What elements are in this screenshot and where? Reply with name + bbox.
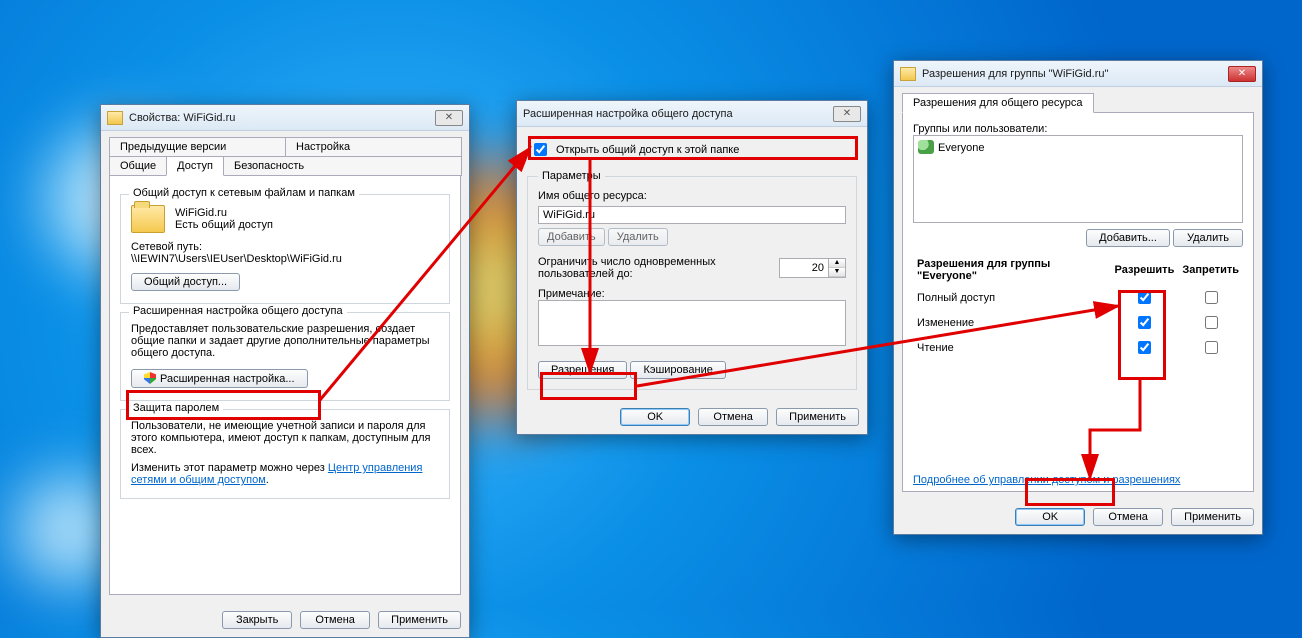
add-share-button[interactable]: Добавить [538, 228, 605, 246]
properties-dialog: Свойства: WiFiGid.ru ✕ Предыдущие версии… [100, 104, 470, 638]
tab-body: Общий доступ к сетевым файлам и папкам W… [109, 175, 461, 595]
parameters-group: Параметры Имя общего ресурса: Добавить У… [527, 170, 857, 390]
users-listbox[interactable]: Everyone [913, 135, 1243, 223]
apply-button[interactable]: Применить [378, 611, 461, 629]
advanced-sharing-dialog: Расширенная настройка общего доступа ✕ О… [516, 100, 868, 435]
limit-users-label: Ограничить число одновременных пользоват… [538, 256, 771, 280]
learn-more-link[interactable]: Подробнее об управлении доступом и разре… [913, 474, 1180, 486]
perm-change-label: Изменение [913, 310, 1111, 335]
permissions-table: Разрешения для группы "Everyone" Разреши… [913, 255, 1243, 360]
share-folder-label: Открыть общий доступ к этой папке [556, 144, 739, 156]
folder-icon [107, 111, 123, 125]
network-path-value: \\IEWIN7\Users\IEUser\Desktop\WiFiGid.ru [131, 253, 439, 265]
limit-users-spinner[interactable]: ▲ ▼ [779, 258, 846, 278]
groups-users-label: Группы или пользователи: [913, 123, 1243, 135]
permissions-for-label: Разрешения для группы "Everyone" [913, 255, 1111, 285]
perm-full-label: Полный доступ [913, 285, 1111, 310]
share-name-input[interactable] [538, 206, 846, 224]
advanced-settings-button[interactable]: Расширенная настройка... [131, 369, 308, 388]
apply-button[interactable]: Применить [776, 408, 859, 426]
tab-access[interactable]: Доступ [166, 156, 224, 176]
tab-setup[interactable]: Настройка [285, 137, 462, 157]
share-name-label: Имя общего ресурса: [538, 190, 846, 202]
permissions-button[interactable]: Разрешения [538, 361, 627, 379]
network-sharing-group: Общий доступ к сетевым файлам и папкам W… [120, 194, 450, 304]
cancel-button[interactable]: Отмена [300, 611, 370, 629]
deny-read-checkbox[interactable] [1205, 341, 1218, 354]
spinner-down-icon[interactable]: ▼ [829, 268, 845, 277]
group-title: Параметры [538, 170, 605, 182]
change-param-text: Изменить этот параметр можно через [131, 462, 328, 474]
close-icon[interactable]: ✕ [833, 106, 861, 122]
close-icon[interactable]: ✕ [435, 110, 463, 126]
apply-button[interactable]: Применить [1171, 508, 1254, 526]
group-title: Защита паролем [129, 402, 223, 414]
caching-button[interactable]: Кэширование [630, 361, 725, 379]
titlebar[interactable]: Расширенная настройка общего доступа ✕ [517, 101, 867, 127]
tab-share-permissions[interactable]: Разрешения для общего ресурса [902, 93, 1094, 113]
add-user-button[interactable]: Добавить... [1086, 229, 1170, 247]
window-title: Разрешения для группы "WiFiGid.ru" [922, 68, 1228, 80]
advanced-sharing-group: Расширенная настройка общего доступа Пре… [120, 312, 450, 401]
tab-body: Группы или пользователи: Everyone Добави… [902, 112, 1254, 492]
folder-icon [131, 205, 165, 233]
allow-change-checkbox[interactable] [1138, 316, 1151, 329]
perm-read-label: Чтение [913, 335, 1111, 360]
spinner-up-icon[interactable]: ▲ [829, 259, 845, 268]
group-title: Расширенная настройка общего доступа [129, 305, 347, 317]
note-label: Примечание: [538, 288, 846, 300]
table-row: Чтение [913, 335, 1243, 360]
password-protect-group: Защита паролем Пользователи, не имеющие … [120, 409, 450, 499]
deny-full-checkbox[interactable] [1205, 291, 1218, 304]
dialog-buttons: Закрыть Отмена Применить [101, 603, 469, 637]
share-folder-checkbox[interactable] [534, 143, 547, 156]
group-icon [918, 140, 934, 154]
dialog-buttons: OK Отмена Применить [517, 400, 867, 434]
network-path-label: Сетевой путь: [131, 241, 439, 253]
table-row: Изменение [913, 310, 1243, 335]
deny-change-checkbox[interactable] [1205, 316, 1218, 329]
password-desc: Пользователи, не имеющие учетной записи … [131, 420, 439, 456]
advanced-desc: Предоставляет пользовательские разрешени… [131, 323, 439, 359]
share-status: Есть общий доступ [175, 219, 273, 231]
dialog-buttons: OK Отмена Применить [894, 500, 1262, 534]
window-title: Расширенная настройка общего доступа [523, 108, 833, 120]
folder-name: WiFiGid.ru [175, 207, 273, 219]
group-title: Общий доступ к сетевым файлам и папкам [129, 187, 359, 199]
note-textarea[interactable] [538, 300, 846, 346]
folder-icon [900, 67, 916, 81]
remove-user-button[interactable]: Удалить [1173, 229, 1243, 247]
window-title: Свойства: WiFiGid.ru [129, 112, 435, 124]
tab-security[interactable]: Безопасность [223, 156, 462, 176]
ok-button[interactable]: OK [620, 408, 690, 426]
tab-strip: Предыдущие версии Настройка Общие Доступ… [109, 137, 461, 175]
table-row: Полный доступ [913, 285, 1243, 310]
cancel-button[interactable]: Отмена [1093, 508, 1163, 526]
share-button[interactable]: Общий доступ... [131, 273, 240, 291]
titlebar[interactable]: Разрешения для группы "WiFiGid.ru" ✕ [894, 61, 1262, 87]
user-name: Everyone [938, 142, 984, 154]
permissions-dialog: Разрешения для группы "WiFiGid.ru" ✕ Раз… [893, 60, 1263, 535]
limit-users-input[interactable] [779, 258, 829, 278]
ok-button[interactable]: OK [1015, 508, 1085, 526]
deny-header: Запретить [1178, 255, 1243, 285]
cancel-button[interactable]: Отмена [698, 408, 768, 426]
allow-read-checkbox[interactable] [1138, 341, 1151, 354]
tab-previous-versions[interactable]: Предыдущие версии [109, 137, 286, 157]
delete-share-button[interactable]: Удалить [608, 228, 668, 246]
allow-header: Разрешить [1111, 255, 1179, 285]
list-item[interactable]: Everyone [918, 140, 1238, 154]
share-folder-checkbox-row[interactable]: Открыть общий доступ к этой папке [527, 137, 857, 162]
allow-full-checkbox[interactable] [1138, 291, 1151, 304]
tab-general[interactable]: Общие [109, 156, 167, 176]
close-button[interactable]: Закрыть [222, 611, 292, 629]
close-icon[interactable]: ✕ [1228, 66, 1256, 82]
titlebar[interactable]: Свойства: WiFiGid.ru ✕ [101, 105, 469, 131]
